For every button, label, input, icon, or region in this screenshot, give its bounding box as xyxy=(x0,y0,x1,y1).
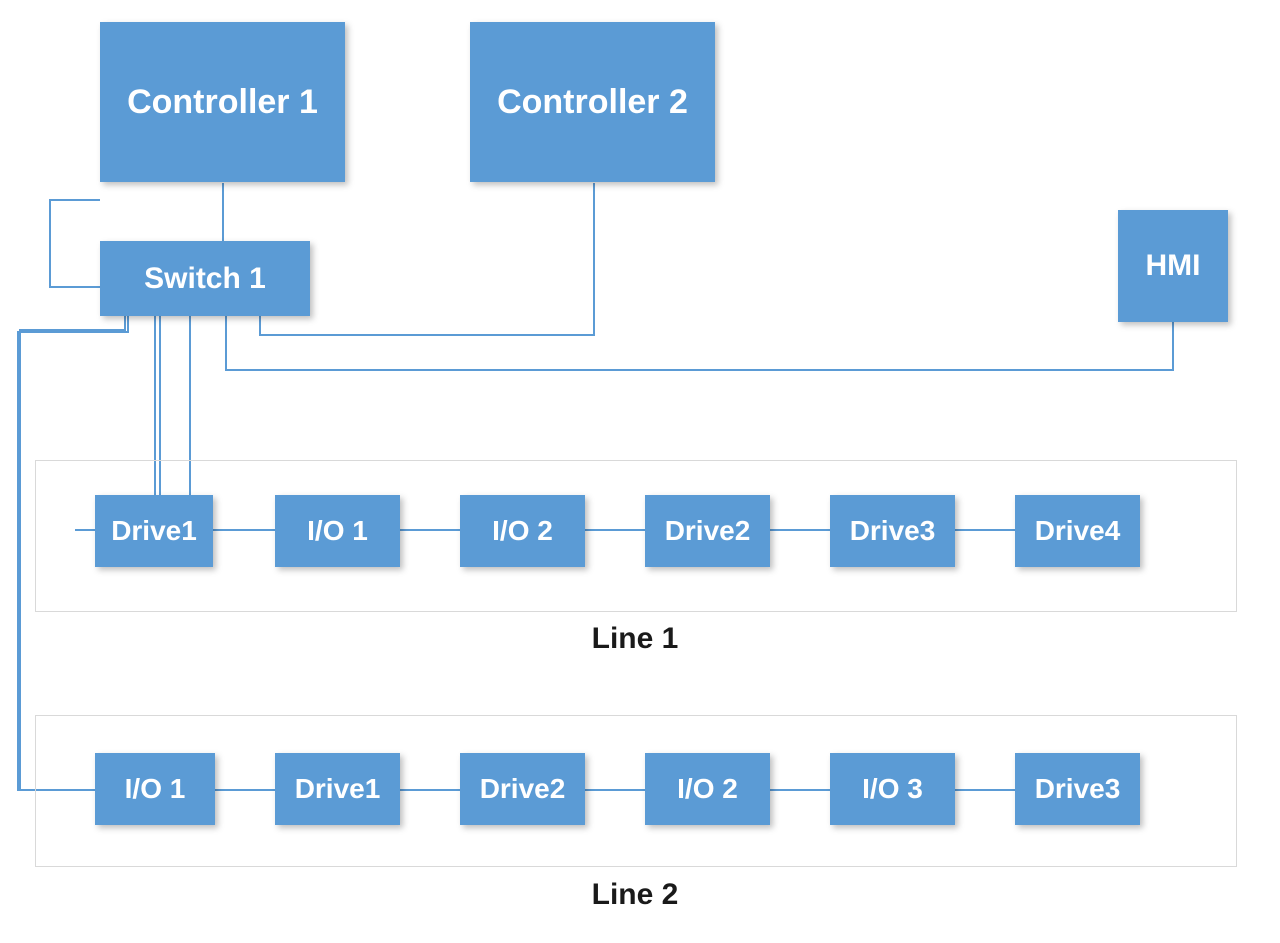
node-label: Drive1 xyxy=(111,515,197,547)
diagram-stage: Controller 1 Controller 2 Switch 1 HMI D… xyxy=(0,0,1280,943)
node-label: HMI xyxy=(1146,249,1201,283)
node-l2-io1: I/O 1 xyxy=(95,753,215,825)
group-label-line-2: Line 2 xyxy=(35,878,1235,912)
node-label: Drive4 xyxy=(1035,515,1121,547)
node-label: Drive3 xyxy=(1035,773,1121,805)
node-label: Drive1 xyxy=(295,773,381,805)
node-l1-drive3: Drive3 xyxy=(830,495,955,567)
node-controller-2: Controller 2 xyxy=(470,22,715,182)
node-label: I/O 1 xyxy=(307,515,368,547)
node-label: Drive3 xyxy=(850,515,936,547)
node-l1-io1: I/O 1 xyxy=(275,495,400,567)
node-label: I/O 3 xyxy=(862,773,923,805)
node-l2-drive2: Drive2 xyxy=(460,753,585,825)
node-hmi: HMI xyxy=(1118,210,1228,322)
node-label: Switch 1 xyxy=(144,262,266,296)
node-label: Controller 2 xyxy=(497,83,688,122)
node-controller-1: Controller 1 xyxy=(100,22,345,182)
node-l1-drive2: Drive2 xyxy=(645,495,770,567)
node-l1-io2: I/O 2 xyxy=(460,495,585,567)
node-switch-1: Switch 1 xyxy=(100,241,310,316)
node-label: Drive2 xyxy=(480,773,566,805)
node-l2-drive3: Drive3 xyxy=(1015,753,1140,825)
node-label: Drive2 xyxy=(665,515,751,547)
node-label: I/O 1 xyxy=(125,773,186,805)
node-label: I/O 2 xyxy=(492,515,553,547)
node-label: I/O 2 xyxy=(677,773,738,805)
node-l2-io2: I/O 2 xyxy=(645,753,770,825)
node-l2-io3: I/O 3 xyxy=(830,753,955,825)
node-l1-drive4: Drive4 xyxy=(1015,495,1140,567)
node-l2-drive1: Drive1 xyxy=(275,753,400,825)
group-label-line-1: Line 1 xyxy=(35,622,1235,656)
node-l1-drive1: Drive1 xyxy=(95,495,213,567)
node-label: Controller 1 xyxy=(127,83,318,122)
